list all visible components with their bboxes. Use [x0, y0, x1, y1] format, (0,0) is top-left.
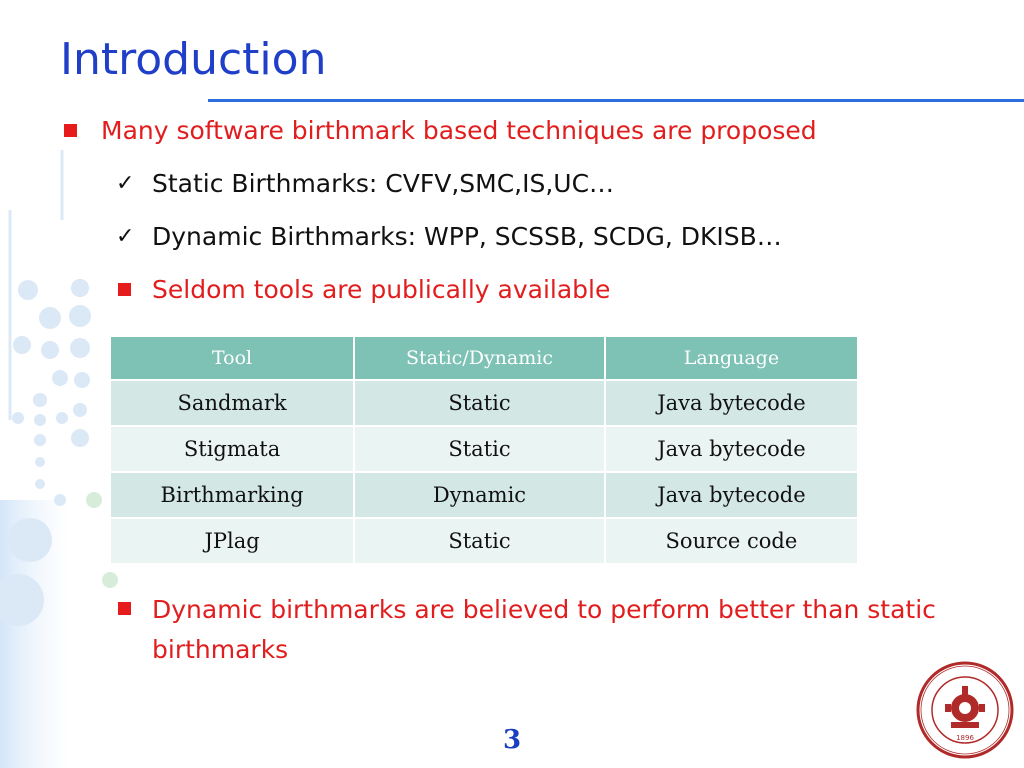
- bullet-seldom-text: Seldom tools are publically available: [152, 275, 611, 304]
- cell-type: Static: [353, 517, 606, 565]
- checkmark-icon: ✓: [116, 224, 135, 249]
- cell-type: Dynamic: [353, 471, 606, 519]
- cell-tool: Birthmarking: [108, 471, 356, 519]
- cell-type: Static: [353, 379, 606, 427]
- table-header-row: Tool Static/Dynamic Language: [108, 335, 860, 381]
- bullet-main-text: Many software birthmark based techniques…: [101, 116, 817, 145]
- bullet-dynamic: ✓ Dynamic Birthmarks: WPP, SCSSB, SCDG, …: [116, 218, 782, 256]
- table-row: Stigmata Static Java bytecode: [108, 425, 860, 473]
- checkmark-icon: ✓: [116, 171, 135, 196]
- cell-language: Java bytecode: [603, 471, 860, 519]
- bullet-static: ✓ Static Birthmarks: CVFV,SMC,IS,UC…: [116, 165, 614, 203]
- header-static-dynamic: Static/Dynamic: [353, 335, 606, 381]
- square-bullet-icon: [64, 124, 77, 137]
- bullet-main: Many software birthmark based techniques…: [64, 112, 817, 150]
- square-bullet-icon: [118, 602, 131, 615]
- slide-title: Introduction: [60, 34, 327, 85]
- bullet-static-text: Static Birthmarks: CVFV,SMC,IS,UC…: [152, 169, 615, 198]
- bullet-better: Dynamic birthmarks are believed to perfo…: [118, 590, 938, 670]
- cell-language: Java bytecode: [603, 425, 860, 473]
- cell-tool: Sandmark: [108, 379, 356, 427]
- bullet-dynamic-text: Dynamic Birthmarks: WPP, SCSSB, SCDG, DK…: [152, 222, 782, 251]
- tools-table: Tool Static/Dynamic Language Sandmark St…: [108, 335, 860, 565]
- cell-tool: JPlag: [108, 517, 356, 565]
- bullet-seldom: Seldom tools are publically available: [118, 271, 610, 309]
- page-number: 3: [503, 725, 522, 755]
- header-tool: Tool: [108, 335, 356, 381]
- table-row: JPlag Static Source code: [108, 517, 860, 565]
- header-language: Language: [603, 335, 860, 381]
- table-row: Birthmarking Dynamic Java bytecode: [108, 471, 860, 519]
- cell-tool: Stigmata: [108, 425, 356, 473]
- table-row: Sandmark Static Java bytecode: [108, 379, 860, 427]
- cell-language: Java bytecode: [603, 379, 860, 427]
- bullet-better-text: Dynamic birthmarks are believed to perfo…: [152, 595, 936, 664]
- cell-language: Source code: [603, 517, 860, 565]
- university-seal-logo: 1896: [916, 661, 1014, 759]
- title-underline: [208, 99, 1024, 102]
- square-bullet-icon: [118, 283, 131, 296]
- cell-type: Static: [353, 425, 606, 473]
- logo-year: 1896: [956, 734, 974, 742]
